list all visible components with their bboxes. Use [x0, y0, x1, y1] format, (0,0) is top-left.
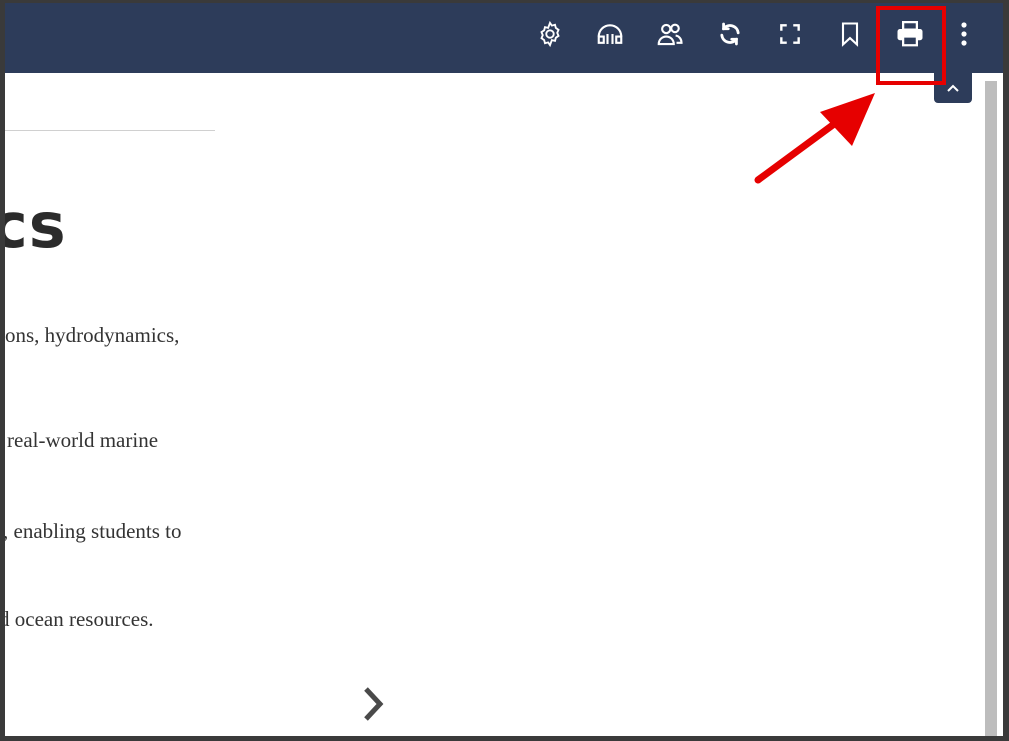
- collapse-toolbar-button[interactable]: [934, 73, 972, 103]
- share-button[interactable]: [652, 16, 688, 52]
- divider: [5, 130, 215, 131]
- chevron-right-icon: [364, 687, 384, 721]
- print-button[interactable]: [892, 16, 928, 52]
- fullscreen-button[interactable]: [772, 16, 808, 52]
- vertical-scrollbar[interactable]: [985, 81, 997, 736]
- bookmark-icon: [841, 22, 859, 47]
- vertical-dots-icon: [961, 22, 967, 46]
- reader-window: cs ons, hydrodynamics, real-world marine…: [5, 3, 1003, 736]
- text-line-3: , enabling students to: [5, 519, 182, 543]
- fullscreen-icon: [780, 24, 800, 44]
- annotation-arrow-icon: [754, 93, 875, 184]
- sync-icon: [720, 22, 740, 46]
- read-aloud-button[interactable]: [592, 16, 628, 52]
- top-toolbar: [5, 3, 1003, 73]
- gear-icon: [540, 20, 560, 48]
- page-heading: cs: [5, 189, 67, 262]
- settings-button[interactable]: [532, 16, 568, 52]
- more-options-button[interactable]: [952, 16, 976, 52]
- headphones-icon: [597, 24, 623, 44]
- users-icon: [657, 23, 683, 46]
- printer-icon: [897, 21, 923, 47]
- text-line-4: d ocean resources.: [5, 607, 154, 631]
- text-line-1: ons, hydrodynamics,: [5, 323, 180, 347]
- bookmark-button[interactable]: [832, 16, 868, 52]
- chevron-up-icon: [947, 84, 959, 92]
- text-line-2: real-world marine: [7, 428, 159, 452]
- next-page-button[interactable]: [355, 683, 391, 725]
- sync-button[interactable]: [712, 16, 748, 52]
